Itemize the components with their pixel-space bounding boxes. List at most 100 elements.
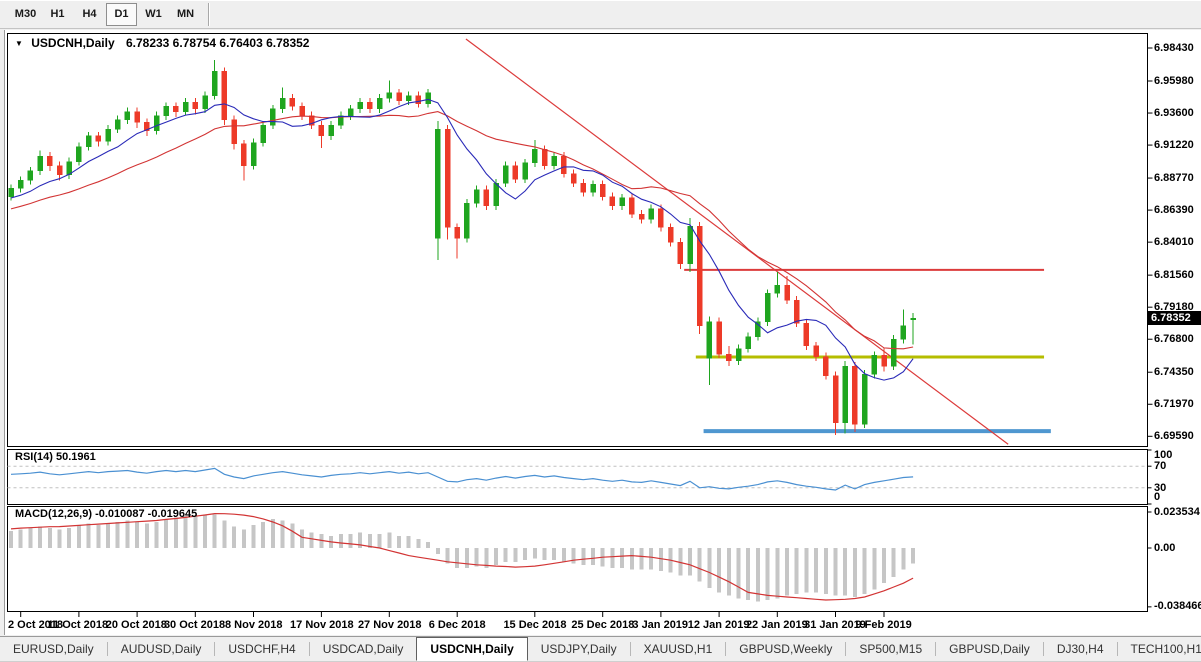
chart-tab-usdjpy-daily[interactable]: USDJPY,Daily bbox=[528, 637, 630, 661]
candle bbox=[221, 71, 228, 121]
candle bbox=[56, 165, 63, 176]
date-axis-label: 3 Jan 2019 bbox=[632, 619, 689, 631]
chart-tabs: EURUSD,Daily AUDUSD,Daily USDCHF,H4 USDCAD,… bbox=[0, 637, 1201, 661]
candle bbox=[444, 128, 451, 228]
date-axis-label: 12 Jan 2019 bbox=[687, 619, 750, 631]
candle bbox=[105, 128, 111, 142]
price-axis-label: 6.98430 bbox=[1154, 42, 1194, 54]
date-axis-label: 15 Dec 2018 bbox=[503, 619, 567, 631]
date-axis-label: 30 Oct 2018 bbox=[163, 619, 226, 631]
candle bbox=[376, 97, 383, 110]
symbol-dropdown-icon[interactable]: ▼ bbox=[15, 39, 23, 48]
chart-tab-dj30-h4[interactable]: DJ30,H4 bbox=[1044, 637, 1117, 661]
candle bbox=[852, 365, 858, 425]
timeframe-button-mn[interactable]: MN bbox=[170, 3, 201, 26]
chart-title: ▼ USDCNH,Daily 6.78233 6.78754 6.76403 6… bbox=[15, 36, 309, 50]
date-axis-label: 20 Oct 2018 bbox=[105, 619, 167, 631]
candle bbox=[386, 92, 393, 99]
candle bbox=[299, 106, 305, 116]
timeframe-button-m30[interactable]: M30 bbox=[10, 3, 41, 26]
date-axis-label: 8 Nov 2018 bbox=[225, 619, 283, 631]
candle bbox=[667, 227, 674, 243]
candle bbox=[27, 170, 34, 181]
candle bbox=[464, 202, 470, 239]
candle bbox=[551, 155, 557, 166]
candle bbox=[163, 106, 169, 116]
candle bbox=[357, 102, 363, 110]
candle bbox=[764, 293, 771, 322]
candle bbox=[832, 375, 839, 423]
candle bbox=[599, 184, 606, 197]
price-chart-canvas[interactable] bbox=[5, 30, 1201, 635]
timeframe-button-h4[interactable]: H4 bbox=[74, 3, 105, 26]
chart-tab-gbpusd-daily[interactable]: GBPUSD,Daily bbox=[936, 637, 1043, 661]
candle bbox=[561, 155, 567, 174]
candle bbox=[890, 338, 897, 367]
candle bbox=[881, 355, 887, 367]
candle bbox=[241, 143, 247, 166]
price-axis-label: 6.69590 bbox=[1154, 430, 1194, 443]
price-axis-label: 6.84010 bbox=[1154, 236, 1194, 249]
candle bbox=[270, 108, 276, 126]
toolbar-separator bbox=[208, 2, 210, 26]
candle bbox=[803, 322, 810, 347]
chart-symbol-label: USDCNH,Daily bbox=[31, 36, 115, 50]
rsi-indicator-label: RSI(14) 50.1961 bbox=[15, 451, 96, 463]
price-axis-label: 6.91220 bbox=[1154, 139, 1194, 152]
candle bbox=[784, 285, 790, 301]
date-axis-label: 11 Oct 2018 bbox=[47, 619, 109, 631]
chart-tab-tech100-h1[interactable]: TECH100,H1 bbox=[1118, 637, 1201, 661]
candle bbox=[85, 135, 92, 147]
candle bbox=[8, 188, 14, 197]
price-axis-label: 6.88770 bbox=[1154, 172, 1194, 185]
candle bbox=[793, 299, 800, 324]
chart-tab-eurusd-daily[interactable]: EURUSD,Daily bbox=[0, 637, 107, 661]
candle bbox=[17, 180, 24, 189]
chart-tab-audusd-daily[interactable]: AUDUSD,Daily bbox=[108, 637, 215, 661]
candle bbox=[367, 102, 373, 110]
candle bbox=[512, 165, 519, 180]
candle bbox=[260, 124, 266, 143]
candle bbox=[590, 184, 596, 193]
candle bbox=[37, 155, 43, 172]
timeframe-button-d1[interactable]: D1 bbox=[106, 2, 137, 26]
candle bbox=[638, 213, 645, 220]
candle bbox=[813, 345, 819, 357]
candle bbox=[211, 71, 218, 96]
macd-axis-label: 0.00 bbox=[1154, 542, 1176, 554]
candle bbox=[658, 208, 664, 228]
candle bbox=[425, 92, 431, 104]
chart-tab-xauusd-h1[interactable]: XAUUSD,H1 bbox=[631, 637, 726, 661]
candle bbox=[493, 182, 499, 207]
candle bbox=[735, 348, 742, 362]
macd-indicator-label: MACD(12,26,9) -0.010087 -0.019645 bbox=[15, 508, 198, 520]
candle bbox=[774, 285, 781, 294]
candle bbox=[95, 135, 102, 142]
candle bbox=[726, 353, 732, 362]
current-price-tag: 6.78352 bbox=[1148, 311, 1201, 326]
candle bbox=[289, 97, 296, 107]
candle bbox=[532, 149, 538, 164]
chart-tab-usdcnh-daily[interactable]: USDCNH,Daily bbox=[416, 637, 528, 661]
chart-tab-gbpusd-weekly[interactable]: GBPUSD,Weekly bbox=[726, 637, 845, 661]
date-axis-label: 17 Nov 2018 bbox=[290, 619, 354, 631]
candle bbox=[871, 355, 878, 375]
candle bbox=[900, 325, 907, 340]
candle bbox=[677, 242, 684, 265]
timeframe-button-h1[interactable]: H1 bbox=[42, 3, 73, 26]
mt4-terminal: { "toolbar": { "timeframes": [ {"label":… bbox=[0, 0, 1201, 662]
candle bbox=[279, 97, 286, 110]
chart-tab-usdchf-h4[interactable]: USDCHF,H4 bbox=[215, 637, 308, 661]
price-axis-label: 6.74350 bbox=[1154, 366, 1194, 379]
chart-tab-sp500-m15[interactable]: SP500,M15 bbox=[846, 637, 935, 661]
rsi-axis-label: 0 bbox=[1154, 491, 1161, 503]
timeframe-buttons: M30 H1 H4 D1 W1 MN bbox=[10, 2, 202, 26]
candle bbox=[502, 165, 509, 184]
timeframe-button-w1[interactable]: W1 bbox=[138, 3, 169, 26]
chart-window[interactable]: ▼ USDCNH,Daily 6.78233 6.78754 6.76403 6… bbox=[4, 30, 1201, 635]
candle bbox=[629, 197, 635, 215]
chart-tab-usdcad-daily[interactable]: USDCAD,Daily bbox=[310, 637, 417, 661]
candle bbox=[823, 356, 829, 376]
candle bbox=[415, 95, 422, 104]
candle bbox=[483, 189, 490, 207]
